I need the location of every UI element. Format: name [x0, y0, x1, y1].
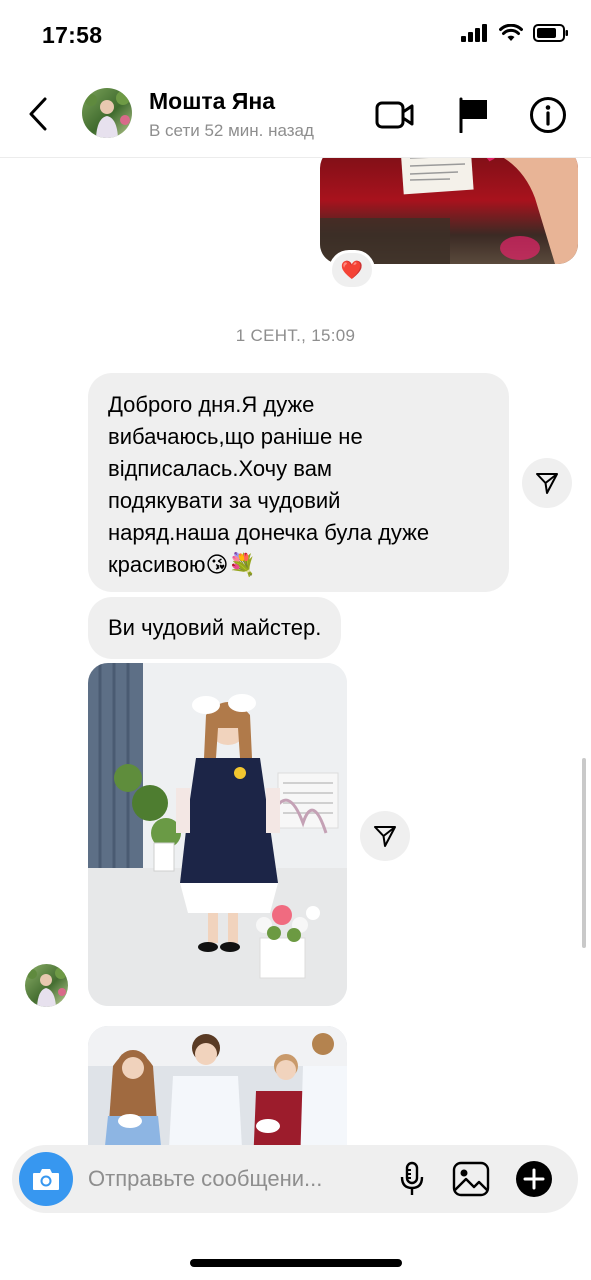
back-button[interactable]	[20, 92, 56, 136]
status-bar: 17:58	[0, 0, 591, 72]
share-message-button[interactable]	[522, 458, 572, 508]
message-line: наряд.наша донечка була дуже	[108, 520, 430, 545]
more-options-button[interactable]	[512, 1157, 556, 1201]
contact-name[interactable]: Мошта Яна	[149, 88, 275, 115]
info-button[interactable]	[527, 94, 569, 136]
sender-avatar[interactable]	[25, 964, 68, 1007]
home-indicator[interactable]	[190, 1259, 402, 1267]
message-line: вибачаюсь,що раніше не	[108, 424, 363, 449]
back-icon	[29, 97, 47, 131]
send-icon	[374, 826, 396, 847]
photo-message[interactable]	[88, 1026, 347, 1148]
contact-avatar[interactable]	[82, 88, 132, 138]
message-line: подякувати за чудовий	[108, 488, 341, 513]
heart-icon: ❤️	[340, 259, 364, 280]
heart-reaction[interactable]: ❤️	[329, 250, 375, 290]
video-call-button[interactable]	[374, 94, 416, 136]
flag-icon	[459, 97, 487, 133]
wifi-icon	[499, 24, 523, 41]
photo-message[interactable]	[88, 663, 347, 1006]
message-bubble[interactable]: Ви чудовий майстер.	[88, 597, 342, 659]
chat-scrollbar[interactable]	[582, 758, 586, 948]
video-call-icon	[375, 101, 414, 129]
message-line: відписалась.Хочу вам	[108, 456, 333, 481]
message-line: Доброго дня.Я дуже	[108, 392, 315, 417]
contact-status: В сети 52 мин. назад	[149, 121, 314, 140]
report-button[interactable]	[452, 94, 494, 136]
share-photo-button[interactable]	[360, 811, 410, 861]
previous-photo-message[interactable]	[320, 158, 578, 264]
status-time: 17:58	[42, 22, 103, 48]
cellular-signal-icon	[461, 24, 487, 42]
voice-message-button[interactable]	[390, 1157, 434, 1201]
chat-header: Мошта Яна В сети 52 мин. назад	[0, 72, 591, 158]
message-bubble[interactable]: Доброго дня.Я дуже вибачаюсь,що раніше н…	[88, 373, 509, 592]
message-timestamp: 1 СЕНТ., 15:09	[235, 326, 356, 345]
chat-area[interactable]: ❤️ 1 СЕНТ., 15:09 Доброго дня.Я дуже виб…	[0, 158, 591, 1148]
message-line: Ви чудовий майстер.	[108, 615, 322, 640]
plus-icon	[516, 1161, 552, 1197]
info-icon	[530, 97, 566, 133]
gallery-button[interactable]	[449, 1157, 493, 1201]
message-line: красивою😘💐	[108, 552, 256, 577]
message-input[interactable]	[88, 1163, 378, 1195]
camera-button[interactable]	[19, 1152, 73, 1206]
status-icons	[461, 24, 569, 42]
send-icon	[536, 473, 558, 494]
microphone-icon	[400, 1161, 424, 1195]
camera-icon	[33, 1169, 59, 1190]
gallery-icon	[452, 1161, 490, 1197]
battery-icon	[533, 24, 568, 42]
message-composer	[12, 1145, 578, 1213]
